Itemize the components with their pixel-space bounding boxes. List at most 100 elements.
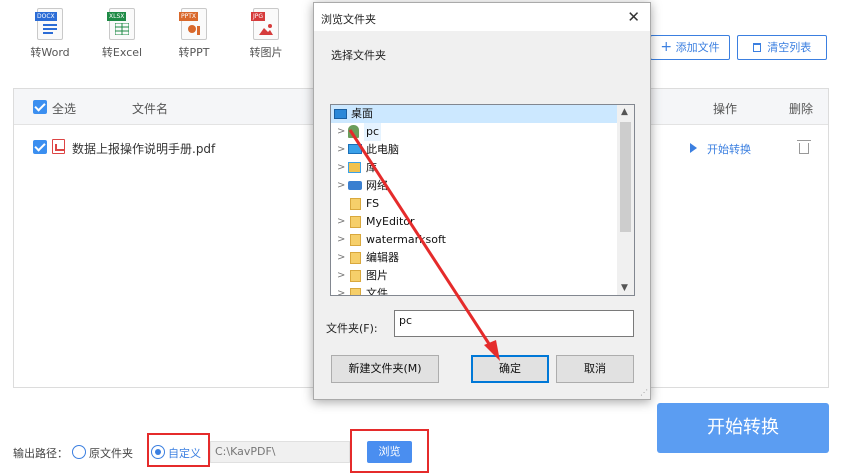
tree-item-network[interactable]: > 网络 (331, 177, 619, 195)
start-convert-button[interactable]: 开始转换 (657, 403, 829, 453)
user-icon (348, 125, 359, 138)
convert-ppt-label: 转PPT (178, 46, 210, 59)
folder-tree[interactable]: 桌面 > pc > 此电脑 > 库 > 网络 FS > MyEditor > w… (330, 104, 635, 296)
trash-icon (752, 43, 761, 52)
dialog-subtitle: 选择文件夹 (331, 49, 386, 62)
tree-item-label: FS (366, 197, 380, 210)
folder-name-input[interactable]: pc (394, 310, 634, 337)
highlight-browse-box (350, 429, 429, 473)
ppt-glyph-icon (188, 25, 200, 35)
word-glyph-icon (43, 24, 57, 34)
tree-item-label: 图片 (366, 269, 388, 282)
chevron-right-icon: > (337, 216, 346, 227)
tree-item-label: 网络 (366, 179, 388, 192)
cancel-button[interactable]: 取消 (556, 355, 634, 383)
scrollbar-thumb[interactable] (620, 122, 631, 232)
dialog-titlebar: 浏览文件夹 ✕ (314, 3, 650, 31)
resize-grip-icon[interactable]: ⋰ (640, 388, 648, 397)
original-folder-label: 原文件夹 (89, 447, 133, 460)
folder-icon (350, 234, 361, 246)
output-path-input[interactable]: C:\KavPDF\ (210, 441, 350, 463)
add-file-label: 添加文件 (675, 41, 720, 54)
convert-word-label: 转Word (30, 46, 70, 59)
tree-item-editor[interactable]: > 编辑器 (331, 249, 619, 267)
network-icon (348, 181, 362, 190)
browse-folder-dialog: 浏览文件夹 ✕ 选择文件夹 桌面 > pc > 此电脑 > 库 > 网络 FS … (313, 2, 651, 400)
tree-item-files[interactable]: > 文件 (331, 285, 619, 296)
pptx-tag: PPTX (179, 12, 199, 21)
tree-item-library[interactable]: > 库 (331, 159, 619, 177)
row-delete-icon[interactable] (797, 140, 811, 154)
tree-item-desktop[interactable]: 桌面 (331, 105, 619, 123)
row-start-convert-link[interactable]: 开始转换 (707, 141, 751, 157)
convert-image-button[interactable]: JPG 转图片 (238, 8, 294, 60)
convert-excel-button[interactable]: XLSX 转Excel (94, 8, 150, 60)
chevron-right-icon: > (337, 144, 346, 155)
output-path-label: 输出路径： (13, 447, 68, 460)
tree-item-label: 编辑器 (366, 251, 399, 264)
play-icon (690, 143, 697, 153)
chevron-right-icon: > (337, 270, 346, 281)
folder-icon (350, 216, 361, 228)
jpg-tag: JPG (251, 12, 266, 21)
folder-icon (350, 252, 361, 264)
desktop-icon (334, 109, 347, 119)
dialog-title: 浏览文件夹 (321, 13, 376, 26)
tree-item-label: MyEditor (366, 215, 415, 228)
chevron-right-icon: > (337, 288, 346, 296)
chevron-right-icon: > (337, 234, 346, 245)
convert-word-button[interactable]: DOCX 转Word (22, 8, 78, 60)
convert-excel-label: 转Excel (101, 46, 143, 59)
folder-field-label: 文件夹(F): (326, 322, 378, 335)
excel-glyph-icon (115, 23, 129, 35)
row-checkbox[interactable] (33, 140, 47, 154)
chevron-right-icon: > (337, 126, 346, 137)
select-all-label: 全选 (52, 102, 77, 116)
computer-icon (348, 144, 362, 154)
column-action: 操作 (713, 102, 738, 116)
select-all-checkbox[interactable] (33, 100, 47, 114)
plus-icon: + (660, 39, 673, 55)
convert-ppt-button[interactable]: PPTX 转PPT (166, 8, 222, 60)
folder-icon (350, 270, 361, 282)
column-delete: 删除 (789, 102, 814, 116)
pptx-file-icon: PPTX (179, 8, 207, 40)
docx-file-icon: DOCX (35, 8, 63, 40)
original-folder-radio[interactable] (72, 445, 86, 459)
chevron-right-icon: > (337, 180, 346, 191)
clear-list-label: 清空列表 (767, 41, 812, 54)
tree-item-fs[interactable]: FS (331, 195, 619, 213)
add-file-button[interactable]: + 添加文件 (650, 35, 730, 60)
new-folder-button[interactable]: 新建文件夹(M) (331, 355, 439, 383)
tree-item-pictures[interactable]: > 图片 (331, 267, 619, 285)
library-icon (348, 162, 361, 173)
tree-scrollbar[interactable]: ▲ ▼ (617, 105, 634, 295)
chevron-right-icon: > (337, 162, 346, 173)
highlight-custom-box (147, 433, 210, 467)
column-filename: 文件名 (132, 102, 169, 116)
tree-item-label: pc (364, 123, 382, 141)
clear-list-button[interactable]: 清空列表 (737, 35, 827, 60)
close-icon[interactable]: ✕ (627, 8, 640, 26)
tree-item-label: 此电脑 (366, 143, 399, 156)
tree-item-pc[interactable]: > pc (331, 123, 619, 141)
scroll-down-icon[interactable]: ▼ (621, 283, 628, 293)
tree-item-myeditor[interactable]: > MyEditor (331, 213, 619, 231)
folder-icon (350, 288, 361, 295)
tree-item-watermarksoft[interactable]: > watermarksoft (331, 231, 619, 249)
xlsx-tag: XLSX (107, 12, 127, 21)
chevron-right-icon: > (337, 252, 346, 263)
scroll-up-icon[interactable]: ▲ (621, 107, 628, 117)
ok-button[interactable]: 确定 (471, 355, 549, 383)
tree-item-label: 文件 (366, 287, 388, 296)
tree-item-label: 库 (366, 161, 377, 174)
image-glyph-icon (259, 24, 273, 35)
docx-tag: DOCX (35, 12, 57, 21)
tree-item-label: watermarksoft (366, 233, 446, 246)
row-filename: 数据上报操作说明手册.pdf (72, 142, 216, 156)
tree-item-this-pc[interactable]: > 此电脑 (331, 141, 619, 159)
jpg-file-icon: JPG (251, 8, 279, 40)
pdf-file-icon (52, 139, 65, 154)
convert-image-label: 转图片 (249, 46, 283, 59)
folder-icon (350, 198, 361, 210)
